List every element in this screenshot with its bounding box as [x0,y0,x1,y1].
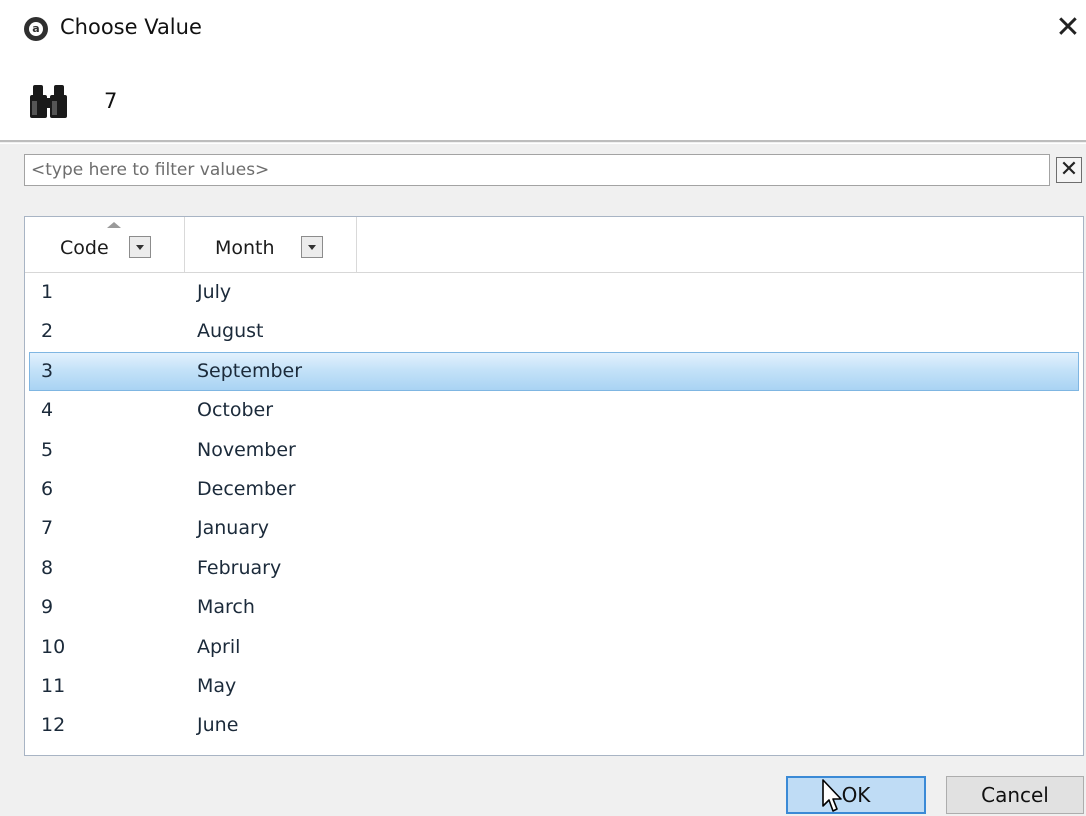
cell-code: 6 [41,477,54,500]
clear-filter-icon[interactable]: ✕ [1056,157,1082,183]
table-row[interactable]: 2 August [25,312,1083,351]
table-row[interactable]: 10 April [25,628,1083,667]
table-row[interactable]: 9 March [25,588,1083,627]
column-header-month[interactable]: Month [185,217,357,272]
code-filter-dropdown-icon[interactable] [129,236,151,258]
header-divider [0,140,1086,142]
cell-code: 7 [41,517,54,540]
cell-code: 12 [41,714,66,737]
cell-month: July [197,281,232,303]
table-row[interactable]: 4 October [25,391,1083,430]
ok-button[interactable]: OK [786,776,926,814]
mouse-pointer-icon [822,779,842,812]
cell-month: January [197,517,270,540]
cell-month: April [197,635,241,658]
header-divider-highlight [0,143,1086,144]
cell-code: 3 [41,359,54,382]
cell-code: 4 [41,399,54,422]
filter-box [24,154,1050,186]
table-row[interactable]: 8 February [25,549,1083,588]
table-row[interactable]: 1 July [25,273,1083,312]
month-filter-dropdown-icon[interactable] [301,236,323,258]
grid-rows: 1 July 2 August 3 September 4 October 5 … [25,273,1083,746]
cell-month: March [197,596,255,619]
cell-code: 8 [41,556,54,579]
window-title: Choose Value [60,15,202,39]
table-row[interactable]: 5 November [25,431,1083,470]
choose-value-dialog: a Choose Value ✕ 7 ✕ Code Mont [0,0,1086,816]
app-logo-icon: a [24,17,48,41]
cell-month: September [197,359,303,382]
header-panel: 7 [0,60,1086,142]
cancel-button[interactable]: Cancel [946,776,1084,814]
cell-month: October [197,399,274,422]
values-grid: Code Month 1 July 2 August 3 September 4… [24,216,1084,756]
table-row[interactable]: 12 June [25,706,1083,745]
cell-month: February [197,556,282,579]
cell-code: 2 [41,320,54,343]
cell-code: 5 [41,438,54,461]
grid-header: Code Month [25,217,1083,273]
app-logo-letter: a [29,22,43,36]
cell-month: June [197,714,239,737]
table-row-selected[interactable]: 3 September [29,351,1079,392]
table-row[interactable]: 7 January [25,509,1083,548]
filter-input[interactable] [25,155,1049,185]
table-row[interactable]: 6 December [25,470,1083,509]
cell-code: 11 [41,674,66,697]
close-icon[interactable]: ✕ [1050,10,1086,50]
cell-month: December [197,477,296,500]
column-label-month: Month [215,237,275,259]
cell-month: May [197,674,237,697]
table-row[interactable]: 11 May [25,667,1083,706]
header-value: 7 [104,89,118,113]
binoculars-icon [30,85,67,118]
column-label-code: Code [60,237,109,259]
sort-ascending-icon [107,222,121,228]
cell-month: November [197,438,296,461]
cell-code: 1 [41,281,54,303]
cell-month: August [197,320,264,343]
title-bar: a Choose Value ✕ [0,0,1086,60]
cell-code: 9 [41,596,54,619]
column-header-code[interactable]: Code [25,217,185,272]
cell-code: 10 [41,635,66,658]
